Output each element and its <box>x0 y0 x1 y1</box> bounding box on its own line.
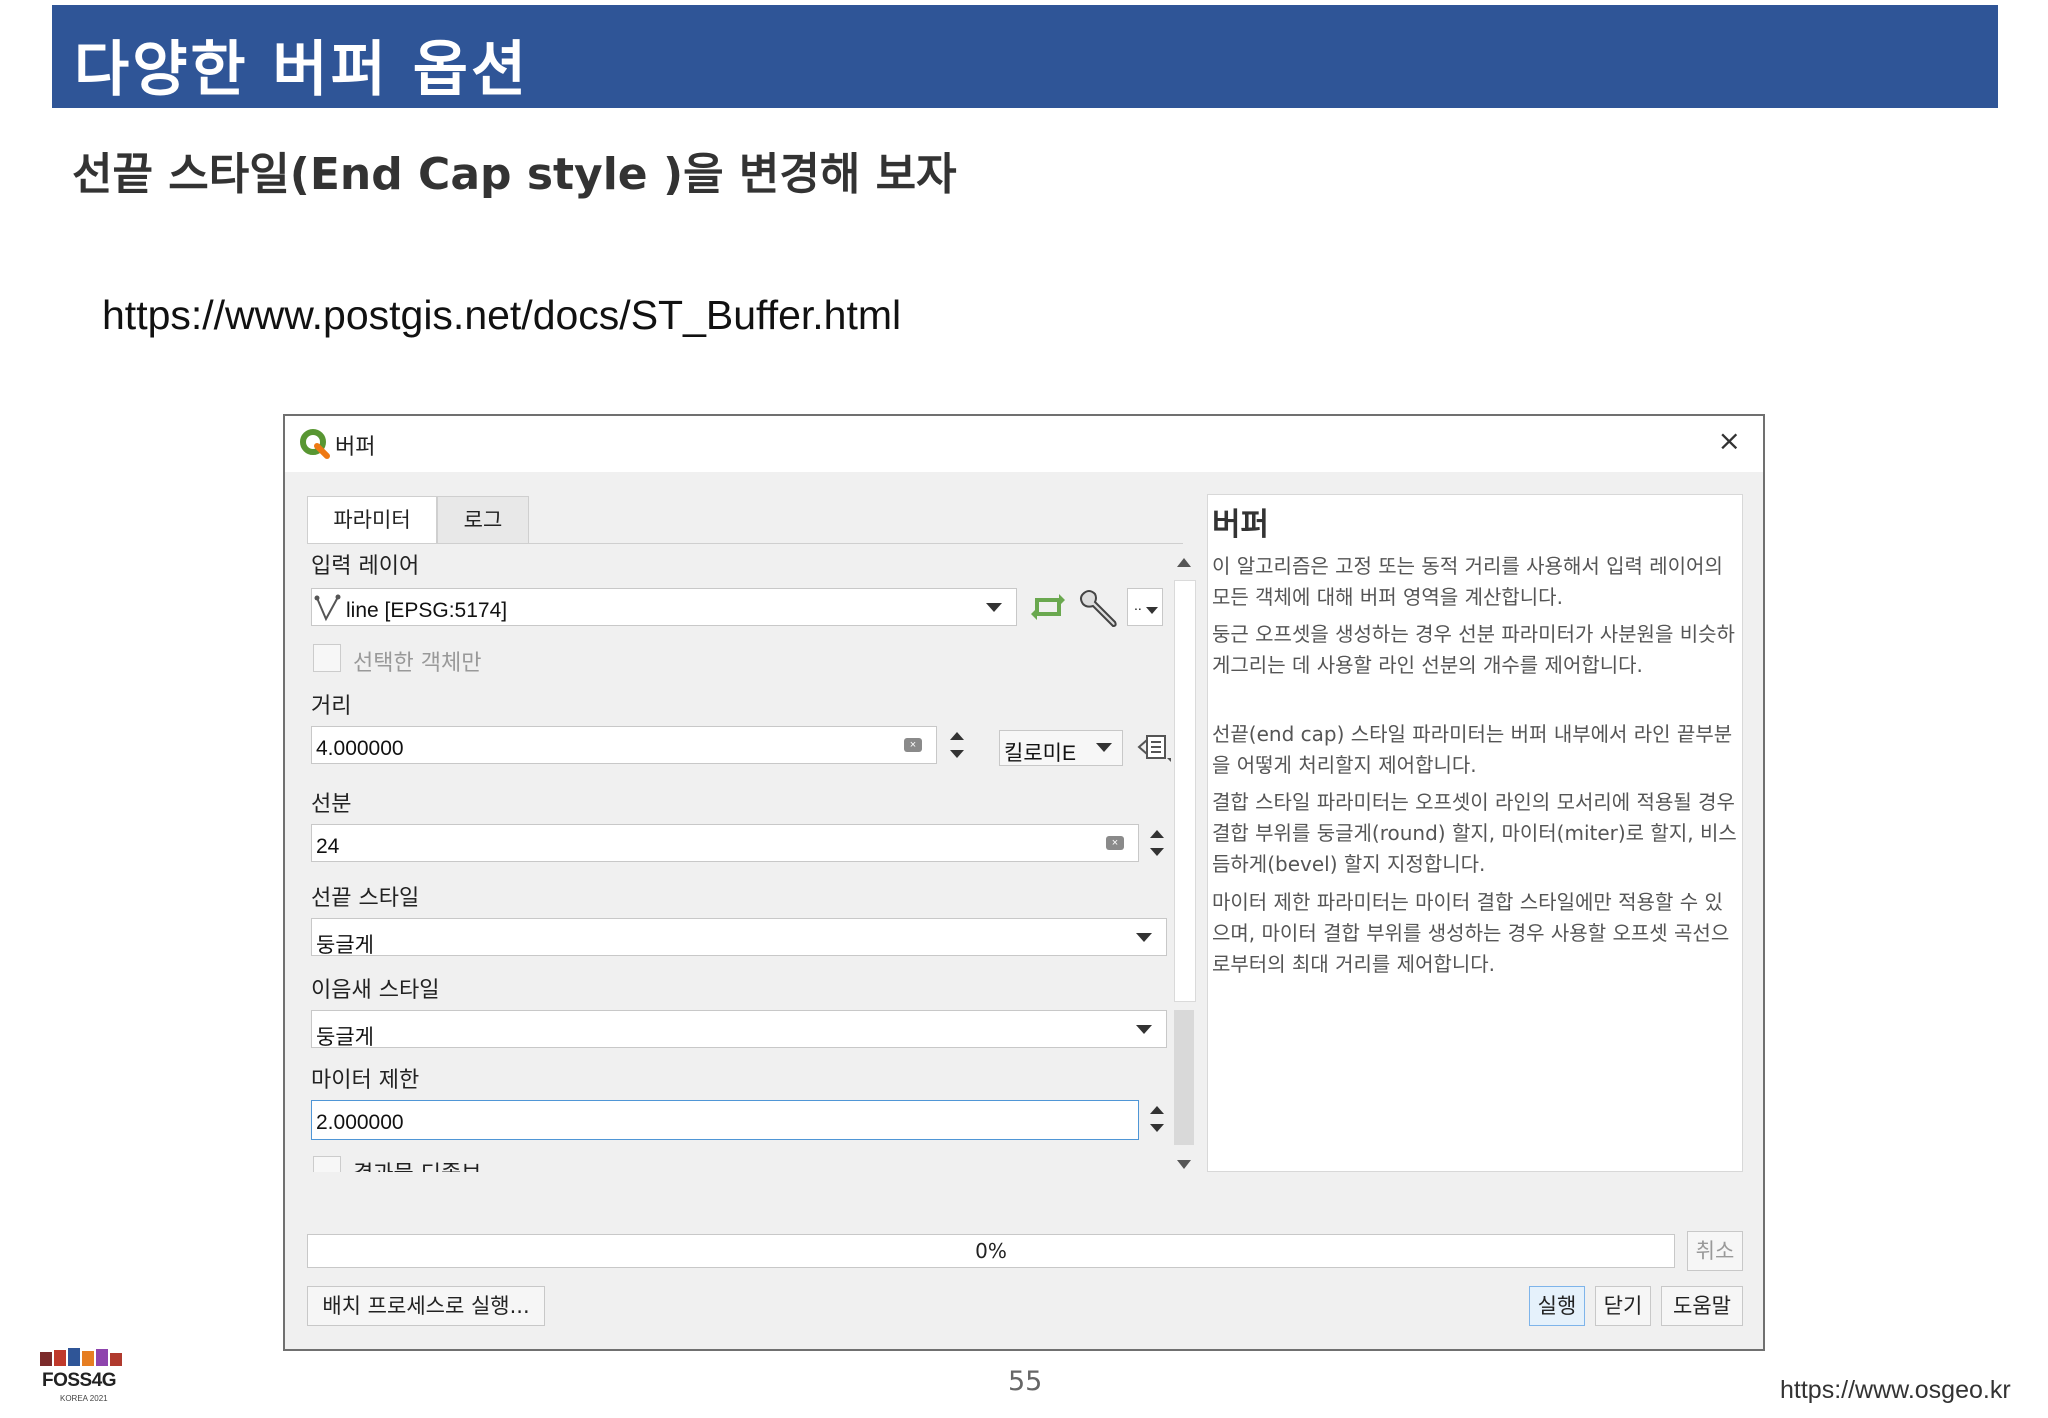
scroll-down-icon[interactable] <box>1177 1160 1191 1169</box>
line-layer-icon <box>314 594 341 622</box>
distance-unit-value: 킬로미E <box>1004 742 1076 765</box>
slide-subtitle: 선끝 스타일(End Cap style )을 변경해 보자 <box>72 149 957 200</box>
end-cap-select[interactable]: 둥글게 <box>311 918 1167 957</box>
help-button[interactable]: 도움말 <box>1661 1286 1743 1326</box>
help-paragraph: 마이터 제한 파라미터는 마이터 결합 스타일에만 적용할 수 있으며, 마이터… <box>1212 890 1730 976</box>
chevron-down-icon <box>986 603 1002 612</box>
chevron-down-icon <box>1096 743 1112 752</box>
end-cap-label: 선끝 스타일 <box>311 886 420 911</box>
slide-title-bar: 다양한 버퍼 옵션 <box>52 5 1998 108</box>
input-layer-label: 입력 레이어 <box>311 554 420 579</box>
chevron-down-icon <box>1136 933 1152 942</box>
spin-down-icon[interactable] <box>1150 1124 1164 1132</box>
scroll-up-icon[interactable] <box>1177 558 1191 567</box>
end-cap-value: 둥글게 <box>316 934 374 957</box>
close-button[interactable]: 닫기 <box>1595 1286 1651 1326</box>
distance-spinner[interactable] <box>945 728 967 766</box>
tab-log[interactable]: 로그 <box>437 496 529 544</box>
segments-value: 24 <box>316 835 340 858</box>
segments-spinner[interactable] <box>1145 826 1167 864</box>
progress-text: 0% <box>975 1239 1007 1263</box>
scroll-track[interactable] <box>1174 1010 1194 1145</box>
logo-subtext: KOREA 2021 <box>60 1394 108 1403</box>
batch-process-button[interactable]: 배치 프로세스로 실행... <box>307 1286 545 1326</box>
segments-input[interactable]: 24 × <box>311 824 1139 862</box>
footer-link[interactable]: https://www.osgeo.kr <box>1780 1376 2011 1405</box>
help-paragraph: 둥근 오프셋을 생성하는 경우 선분 파라미터가 사분원을 비슷하게그리는 데 … <box>1212 622 1735 677</box>
dissolve-checkbox[interactable] <box>313 1156 341 1172</box>
input-layer-select[interactable]: line [EPSG:5174] <box>311 588 1017 626</box>
help-paragraph: 이 알고리즘은 고정 또는 동적 거리를 사용해서 입력 레이어의 모든 객체에… <box>1212 554 1723 609</box>
progress-bar: 0% <box>307 1234 1675 1268</box>
distance-input[interactable]: 4.000000 × <box>311 726 937 764</box>
spin-up-icon[interactable] <box>1150 830 1164 838</box>
spin-down-icon[interactable] <box>950 750 964 758</box>
miter-limit-value: 2.000000 <box>316 1111 404 1134</box>
chevron-down-icon <box>1136 1025 1152 1034</box>
spin-up-icon[interactable] <box>950 732 964 740</box>
more-options-button[interactable]: .. <box>1127 588 1163 626</box>
foss4g-logo-icon <box>40 1348 122 1366</box>
slide-title: 다양한 버퍼 옵션 <box>74 35 530 105</box>
run-button[interactable]: 실행 <box>1529 1286 1585 1326</box>
segments-label: 선분 <box>311 792 352 817</box>
cancel-button[interactable]: 취소 <box>1687 1231 1743 1271</box>
close-icon[interactable]: × <box>1718 424 1741 457</box>
scroll-thumb[interactable] <box>1174 580 1196 1002</box>
join-style-select[interactable]: 둥글게 <box>311 1010 1167 1049</box>
logo-text: FOSS4G <box>42 1370 117 1391</box>
join-style-value: 둥글게 <box>316 1026 374 1049</box>
parameters-panel: 입력 레이어 line [EPSG:5174] .. 선택한 객체만 거리 4.… <box>307 543 1183 1172</box>
help-title: 버퍼 <box>1212 507 1270 543</box>
join-style-label: 이음새 스타일 <box>311 978 440 1003</box>
wrench-icon[interactable] <box>1077 588 1121 628</box>
distance-label: 거리 <box>311 694 352 719</box>
parameters-scrollbar[interactable] <box>1171 550 1197 1178</box>
miter-limit-spinner[interactable] <box>1145 1102 1167 1140</box>
iterate-icon[interactable] <box>1029 590 1067 624</box>
miter-limit-input[interactable]: 2.000000 <box>311 1100 1139 1140</box>
help-paragraph: 결합 스타일 파라미터는 오프셋이 라인의 모서리에 적용될 경우 결합 부위를… <box>1212 790 1737 876</box>
chevron-down-icon <box>1146 607 1158 614</box>
page-number: 55 <box>1008 1366 1043 1397</box>
spin-down-icon[interactable] <box>1150 848 1164 856</box>
dialog-titlebar: 버퍼 × <box>285 416 1763 472</box>
qgis-logo-icon <box>300 429 330 459</box>
clear-icon[interactable]: × <box>1106 836 1124 850</box>
distance-value: 4.000000 <box>316 737 404 760</box>
distance-unit-select[interactable]: 킬로미E <box>999 730 1123 766</box>
tab-parameters[interactable]: 파라미터 <box>307 496 437 544</box>
dissolve-label: 결과물 디졸브 <box>353 1156 481 1172</box>
dialog-title: 버퍼 <box>335 435 376 460</box>
spin-up-icon[interactable] <box>1150 1106 1164 1114</box>
foss4g-logo: FOSS4G KOREA 2021 <box>38 1348 130 1408</box>
help-paragraph: 선끝(end cap) 스타일 파라미터는 버퍼 내부에서 라인 끝부분을 어떻… <box>1212 722 1733 777</box>
selected-only-checkbox[interactable] <box>313 644 341 672</box>
miter-limit-label: 마이터 제한 <box>311 1068 420 1093</box>
selected-only-label: 선택한 객체만 <box>353 651 482 676</box>
data-defined-override-icon[interactable] <box>1137 730 1175 766</box>
help-panel: 버퍼 이 알고리즘은 고정 또는 동적 거리를 사용해서 입력 레이어의 모든 … <box>1207 494 1743 1172</box>
input-layer-value: line [EPSG:5174] <box>346 599 508 622</box>
reference-link[interactable]: https://www.postgis.net/docs/ST_Buffer.h… <box>102 292 901 339</box>
clear-icon[interactable]: × <box>904 738 922 752</box>
buffer-dialog: 버퍼 × 파라미터 로그 입력 레이어 line [EPSG:5174] .. … <box>283 414 1765 1351</box>
